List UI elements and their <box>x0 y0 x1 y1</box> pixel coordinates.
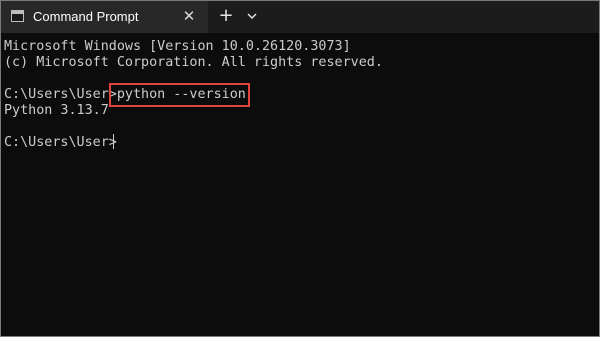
tab-title: Command Prompt <box>33 9 139 24</box>
tab-command-prompt[interactable]: Command Prompt ✕ <box>1 1 208 33</box>
title-bar: Command Prompt ✕ + <box>1 1 599 33</box>
console-line: C:\Users\User> <box>4 135 117 150</box>
terminal-window: Command Prompt ✕ + Microsoft Windows [Ve… <box>0 0 600 337</box>
console-line: Microsoft Windows [Version 10.0.26120.30… <box>4 39 351 54</box>
chevron-down-icon[interactable] <box>241 6 263 26</box>
console-line: Python 3.13.7 <box>4 103 109 118</box>
close-icon[interactable]: ✕ <box>179 6 199 26</box>
command-prompt-icon <box>11 10 24 22</box>
console-output[interactable]: Microsoft Windows [Version 10.0.26120.30… <box>1 33 599 336</box>
command-highlight-box <box>109 83 250 107</box>
text-cursor <box>113 134 114 149</box>
console-line: (c) Microsoft Corporation. All rights re… <box>4 55 383 70</box>
plus-icon[interactable]: + <box>215 6 237 26</box>
